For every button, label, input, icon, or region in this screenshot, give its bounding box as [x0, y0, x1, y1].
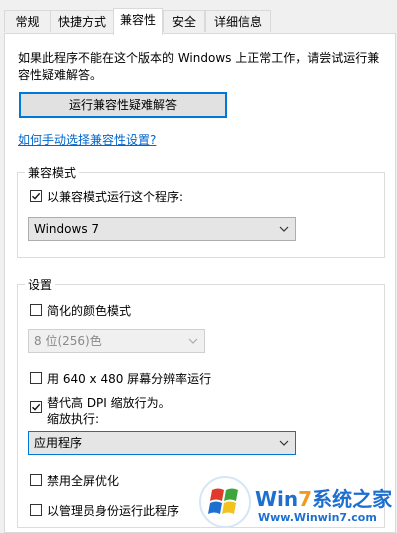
watermark-brand-prefix: Wi: [255, 487, 284, 511]
chevron-down-icon: [188, 338, 198, 344]
tab-shortcut[interactable]: 快捷方式: [50, 10, 114, 32]
watermark-url: Www.Winwin7.com: [258, 511, 377, 524]
low-res-label: 用 640 x 480 屏幕分辨率运行: [47, 372, 212, 386]
run-as-admin-checkbox[interactable]: [30, 504, 42, 516]
dpi-scaling-label: 缩放执行:: [47, 412, 100, 426]
color-depth-select[interactable]: 8 位(256)色: [28, 329, 205, 353]
settings-legend: 设置: [25, 276, 56, 293]
watermark-brand-seven: 7: [298, 487, 313, 511]
run-as-admin-label: 以管理员身份运行此程序: [47, 504, 180, 518]
tab-compatibility[interactable]: 兼容性: [113, 8, 163, 35]
run-troubleshooter-button[interactable]: 运行兼容性疑难解答: [19, 92, 227, 118]
checkmark-icon: [32, 192, 41, 200]
compat-mode-group: [17, 172, 385, 258]
dpi-scaling-value: 应用程序: [34, 436, 83, 450]
compat-mode-checkbox[interactable]: [30, 190, 42, 202]
compat-os-select[interactable]: Windows 7: [28, 217, 296, 241]
watermark: Win7系统之家 Www.Winwin7.com: [198, 475, 394, 531]
manual-settings-link[interactable]: 如何手动选择兼容性设置?: [18, 131, 156, 148]
reduced-color-checkbox[interactable]: [30, 304, 42, 316]
color-depth-value: 8 位(256)色: [34, 334, 102, 348]
low-res-checkbox[interactable]: [30, 372, 42, 384]
compat-mode-legend: 兼容模式: [25, 164, 80, 181]
compat-mode-label: 以兼容模式运行这个程序:: [47, 190, 184, 204]
compat-description: 如果此程序不能在这个版本的 Windows 上正常工作，请尝试运行兼容性疑难解答…: [18, 51, 380, 82]
tab-general[interactable]: 常规: [4, 10, 51, 32]
windows-logo-icon: [199, 476, 251, 528]
fullscreen-opt-label: 禁用全屏优化: [47, 474, 120, 488]
dpi-override-checkbox[interactable]: [30, 401, 42, 413]
dpi-scaling-select[interactable]: 应用程序: [28, 431, 296, 455]
checkmark-icon: [32, 403, 41, 411]
chevron-down-icon: [279, 440, 289, 446]
tab-details[interactable]: 详细信息: [205, 10, 271, 32]
chevron-down-icon: [279, 226, 289, 232]
tab-security[interactable]: 安全: [163, 10, 205, 32]
fullscreen-opt-checkbox[interactable]: [30, 474, 42, 486]
watermark-brand-suffix: 系统之家: [312, 487, 393, 511]
compat-os-value: Windows 7: [34, 222, 100, 236]
dpi-override-label: 替代高 DPI 缩放行为。: [47, 396, 171, 410]
watermark-brand: Win7系统之家: [255, 487, 393, 511]
reduced-color-label: 简化的颜色模式: [47, 304, 132, 318]
tab-strip: 常规 快捷方式 兼容性 安全 详细信息: [0, 0, 397, 35]
